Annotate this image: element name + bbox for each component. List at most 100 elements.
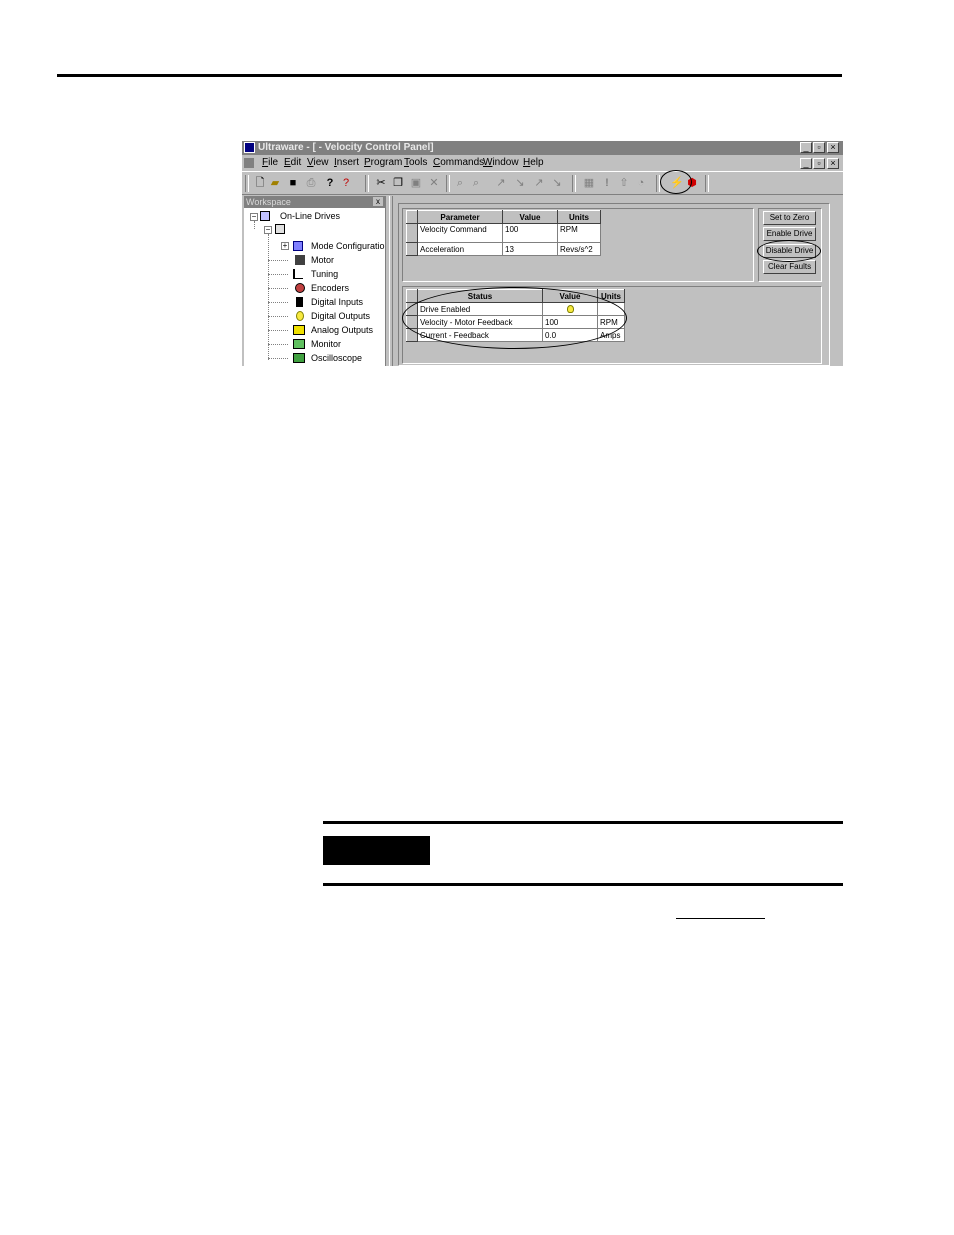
note-bottom-rule	[323, 883, 843, 886]
toolbar-separator	[446, 175, 450, 192]
velocity-panel-highlight	[660, 170, 692, 194]
tree-item-analog-outputs[interactable]: Analog Outputs	[311, 324, 373, 336]
menu-tools[interactable]: Tools	[404, 156, 427, 170]
copy-icon[interactable]: ❐	[392, 177, 404, 189]
print-icon[interactable]: ⎙	[305, 177, 317, 189]
find-icon[interactable]: ⌕	[454, 177, 466, 189]
workspace-pane: Workspace x − On-Line Drives − + Mode Co…	[244, 196, 386, 366]
expand-mode-config-icon[interactable]: +	[281, 242, 289, 250]
tree-item-motor[interactable]: Motor	[311, 254, 334, 266]
disconnect-icon[interactable]: ↘	[514, 177, 526, 189]
enable-drive-button[interactable]: Enable Drive	[763, 227, 816, 241]
context-help-icon[interactable]: ?	[340, 177, 352, 189]
help-icon[interactable]: ?	[324, 177, 336, 189]
new-file-icon[interactable]: 🗋	[254, 177, 266, 189]
set-to-zero-button[interactable]: Set to Zero	[763, 211, 816, 225]
tree-item-mode-configuration[interactable]: Mode Configuratio	[311, 240, 385, 252]
mdi-close-icon[interactable]: ×	[827, 158, 839, 169]
pane-splitter[interactable]	[386, 196, 396, 366]
save-icon[interactable]: ■	[287, 177, 299, 189]
tuning-icon	[293, 269, 303, 279]
paste-icon[interactable]: ▣	[410, 177, 422, 189]
tree-item-encoders[interactable]: Encoders	[311, 282, 349, 294]
upload-drive-icon[interactable]: ⇧	[618, 177, 630, 189]
menu-file[interactable]: File	[262, 156, 278, 170]
parameter-name-cell: Acceleration	[417, 242, 503, 256]
compile-icon[interactable]: ▦	[583, 177, 595, 189]
tree-item-digital-outputs[interactable]: Digital Outputs	[311, 310, 370, 322]
toolbar-separator	[572, 175, 576, 192]
status-header-selector	[406, 289, 418, 303]
menu-insert[interactable]: Insert	[334, 156, 359, 170]
motor-icon	[295, 255, 305, 265]
encoder-icon	[295, 283, 305, 293]
doc-icon	[244, 158, 254, 168]
row-selector[interactable]	[406, 223, 418, 243]
parameter-header-parameter: Parameter	[417, 210, 503, 224]
workspace-close-icon[interactable]: x	[373, 197, 383, 206]
table-row: Velocity Command 100 RPM	[406, 223, 601, 243]
digital-output-icon	[296, 311, 304, 321]
velocity-control-panel: Parameter Value Units Velocity Command 1…	[398, 203, 830, 366]
menu-view[interactable]: View	[307, 156, 329, 170]
parameter-header-units: Units	[557, 210, 601, 224]
parameter-table: Parameter Value Units Velocity Command 1…	[406, 210, 601, 256]
menu-bar: File Edit View Insert Program Tools Comm…	[242, 156, 843, 170]
tree-item-oscilloscope[interactable]: Oscilloscope	[311, 352, 362, 364]
top-rule	[57, 74, 842, 77]
mode-config-icon	[293, 241, 303, 251]
menu-program[interactable]: Program	[364, 156, 402, 170]
analog-output-icon	[293, 325, 305, 335]
toolbar: 🗋 ▰ ■ ⎙ ? ? ✂ ❐ ▣ ✕ ⌕ ⌕ ↗ ↘ ↗ ↘ ▦ ! ⇧ ◔ …	[242, 171, 843, 195]
toolbar-grip	[245, 175, 249, 192]
status-highlight	[402, 287, 627, 349]
parameter-header-selector	[406, 210, 418, 224]
parameter-units-cell: RPM	[557, 223, 601, 243]
tree-item-monitor[interactable]: Monitor	[311, 338, 341, 350]
app-icon	[244, 142, 255, 153]
parameter-units-cell: Revs/s^2	[557, 242, 601, 256]
tree-item-digital-inputs[interactable]: Digital Inputs	[311, 296, 363, 308]
close-icon[interactable]: ×	[827, 142, 839, 153]
tree-item-tuning[interactable]: Tuning	[311, 268, 338, 280]
parameter-header-value: Value	[502, 210, 558, 224]
note-top-rule	[323, 821, 843, 824]
info-icon[interactable]: ◔	[635, 177, 647, 189]
clear-faults-button[interactable]: Clear Faults	[763, 260, 816, 274]
menu-window[interactable]: Window	[483, 156, 519, 170]
velocity-command-value[interactable]: 100	[502, 223, 558, 243]
window-title: Ultraware - [ - Velocity Control Panel]	[258, 142, 434, 153]
minimize-icon[interactable]: _	[800, 142, 812, 153]
acceleration-value[interactable]: 13	[502, 242, 558, 256]
delete-icon[interactable]: ✕	[428, 177, 440, 189]
alert-icon[interactable]: !	[601, 177, 613, 189]
collapse-drive-icon[interactable]: −	[264, 226, 272, 234]
row-selector[interactable]	[406, 242, 418, 256]
collapse-root-icon[interactable]: −	[250, 213, 258, 221]
menu-help[interactable]: Help	[523, 156, 544, 170]
mdi-restore-icon[interactable]: ▫	[813, 158, 825, 169]
restore-icon[interactable]: ▫	[813, 142, 825, 153]
workspace-title-bar: Workspace x	[244, 196, 385, 208]
cut-icon[interactable]: ✂	[375, 177, 387, 189]
workspace-title: Workspace	[246, 197, 291, 207]
upload-icon[interactable]: ↗	[533, 177, 545, 189]
toolbar-separator	[365, 175, 369, 192]
link-underline	[676, 918, 765, 919]
tree-root-online-drives[interactable]: On-Line Drives	[280, 210, 340, 222]
menu-edit[interactable]: Edit	[284, 156, 301, 170]
parameter-name-cell: Velocity Command	[417, 223, 503, 243]
drive-icon	[275, 224, 285, 234]
toolbar-separator	[705, 175, 709, 192]
connect-icon[interactable]: ↗	[495, 177, 507, 189]
note-label-box	[323, 836, 430, 865]
menu-commands[interactable]: Commands	[433, 156, 484, 170]
ultraware-window: Ultraware - [ - Velocity Control Panel] …	[242, 141, 843, 366]
mdi-minimize-icon[interactable]: _	[800, 158, 812, 169]
open-folder-icon[interactable]: ▰	[269, 177, 281, 189]
download-icon[interactable]: ↘	[551, 177, 563, 189]
disable-drive-highlight	[757, 240, 821, 262]
find-replace-icon[interactable]: ⌕	[470, 177, 482, 189]
monitor-icon	[293, 339, 305, 349]
digital-input-icon	[296, 297, 303, 307]
